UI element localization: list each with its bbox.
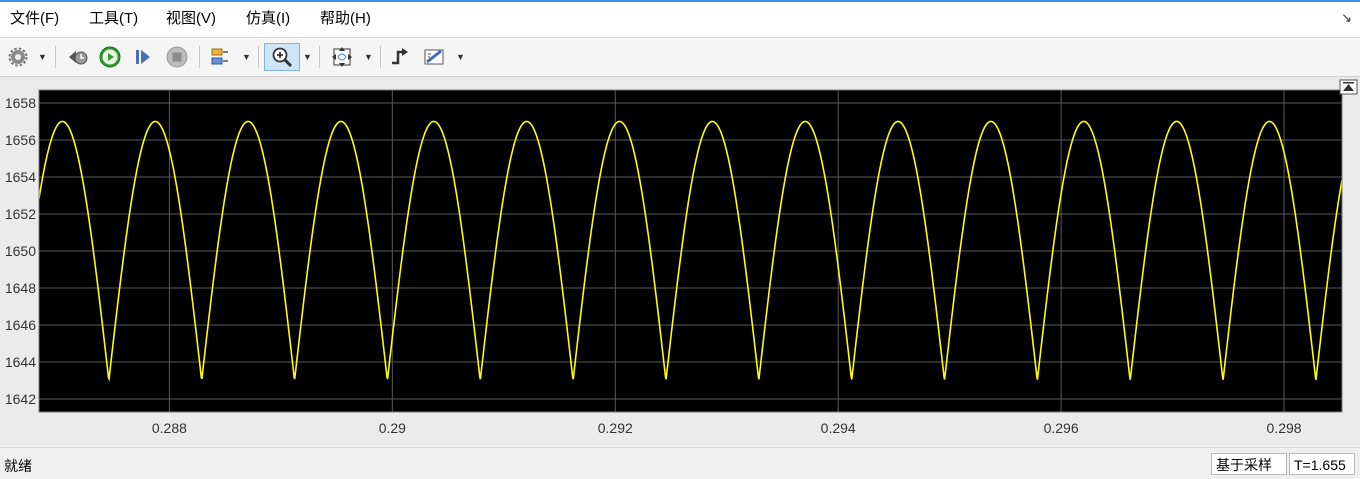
fit-to-view-icon[interactable] <box>327 43 357 71</box>
x-tick-label: 0.288 <box>152 420 187 436</box>
gear-icon[interactable] <box>6 43 30 71</box>
layout-icon[interactable] <box>207 43 233 71</box>
scope-plot[interactable]: 1642 1644 1646 1648 1650 1652 1654 1656 1658 0.2… <box>0 77 1360 445</box>
y-tick-label: 1654 <box>5 169 36 185</box>
restore-axes-icon[interactable] <box>1339 79 1358 95</box>
toolbar-separator <box>319 46 320 68</box>
measurement-dropdown-icon[interactable]: ▼ <box>456 52 465 62</box>
zoom-dropdown-icon[interactable]: ▼ <box>303 52 312 62</box>
run-icon[interactable] <box>96 43 124 71</box>
x-tick-label: 0.292 <box>598 420 633 436</box>
zoom-in-icon[interactable] <box>264 43 300 71</box>
status-ready: 就绪 <box>4 458 32 474</box>
y-tick-label: 1648 <box>5 280 36 296</box>
gear-dropdown-icon[interactable]: ▼ <box>38 52 47 62</box>
y-tick-label: 1650 <box>5 243 36 259</box>
stop-icon[interactable] <box>163 43 191 71</box>
toolbar-separator <box>55 46 56 68</box>
menu-view[interactable]: 视图(V) <box>164 9 218 29</box>
x-tick-label: 0.298 <box>1267 420 1302 436</box>
menu-simulation[interactable]: 仿真(I) <box>244 9 292 29</box>
toolbar-separator <box>380 46 381 68</box>
sample-mode-indicator: 基于采样 <box>1211 453 1287 475</box>
menu-bar: 文件(F) 工具(T) 视图(V) 仿真(I) 帮助(H) ↘ <box>0 0 1360 38</box>
title-accent-line <box>0 0 1360 2</box>
toolbar-separator <box>258 46 259 68</box>
trigger-icon[interactable] <box>387 43 413 71</box>
menu-file[interactable]: 文件(F) <box>8 9 61 29</box>
x-tick-label: 0.294 <box>821 420 856 436</box>
x-tick-label: 0.29 <box>379 420 406 436</box>
y-tick-label: 1642 <box>5 391 36 407</box>
simulation-time: T=1.655 <box>1289 453 1355 475</box>
fit-dropdown-icon[interactable]: ▼ <box>364 52 373 62</box>
toolbar-separator <box>199 46 200 68</box>
scope-plot-area: 1642 1644 1646 1648 1650 1652 1654 1656 1658 0.2… <box>0 77 1360 445</box>
status-bar: 就绪 基于采样 T=1.655 <box>0 447 1360 479</box>
menu-help[interactable]: 帮助(H) <box>318 9 373 29</box>
y-tick-label: 1646 <box>5 317 36 333</box>
expand-arrow-icon[interactable]: ↘ <box>1341 10 1352 26</box>
step-back-icon[interactable] <box>64 43 92 71</box>
y-tick-label: 1656 <box>5 132 36 148</box>
layout-dropdown-icon[interactable]: ▼ <box>242 52 251 62</box>
y-tick-label: 1644 <box>5 354 36 370</box>
x-tick-label: 0.296 <box>1044 420 1079 436</box>
y-tick-label: 1658 <box>5 95 36 111</box>
menu-tools[interactable]: 工具(T) <box>87 9 140 29</box>
toolbar: ▼ ▼ ▼ ▼ ▼ <box>0 38 1360 77</box>
y-tick-label: 1652 <box>5 206 36 222</box>
step-forward-icon[interactable] <box>130 43 156 71</box>
measurement-icon[interactable] <box>420 43 448 71</box>
